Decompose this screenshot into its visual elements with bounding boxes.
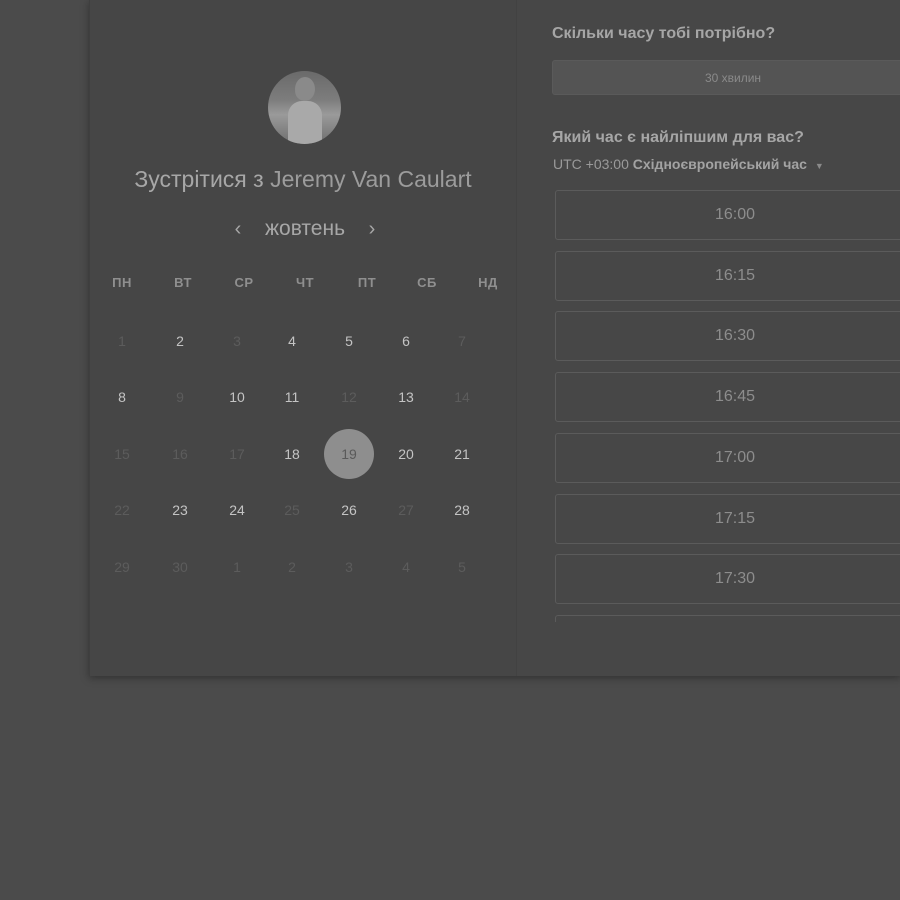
time-slot-button[interactable]: 16:30 — [555, 311, 900, 362]
calendar-day: 25 — [284, 502, 300, 518]
time-slot-button[interactable]: 16:45 — [555, 372, 900, 423]
calendar-day: 14 — [454, 389, 470, 405]
calendar-day: 3 — [345, 559, 353, 575]
calendar-day: 12 — [341, 389, 357, 405]
calendar-day[interactable]: 2 — [156, 317, 204, 365]
time-slot-list[interactable]: 16:00 16:15 16:30 16:45 17:00 17:15 17:30 — [555, 190, 900, 622]
time-slot-button[interactable] — [555, 614, 900, 622]
time-slot-button[interactable]: 17:30 — [555, 554, 900, 605]
calendar-day: 4 — [402, 559, 410, 575]
calendar-day[interactable]: 4 — [268, 317, 316, 365]
calendar-day: 1 — [118, 333, 126, 349]
calendar-day: 1 — [233, 559, 241, 575]
calendar-day: 22 — [114, 502, 130, 518]
time-question: Який час є найліпшим для вас? — [552, 129, 804, 146]
calendar-day: 2 — [288, 559, 296, 575]
calendar-day[interactable]: 13 — [382, 373, 430, 421]
time-slot-button[interactable]: 17:15 — [555, 493, 900, 544]
time-slot-button[interactable]: 16:00 — [555, 190, 900, 240]
timezone-name: Східноєвропейський час — [632, 156, 807, 172]
calendar-grid: 1 2 3 4 5 6 7 8 9 10 11 12 13 14 15 16 17 18 19 20 21 22 23 24 2… — [90, 0, 516, 620]
calendar-day: 7 — [458, 333, 466, 349]
calendar-day: 15 — [114, 446, 130, 462]
calendar-day: 3 — [233, 333, 241, 349]
booking-pane: Скільки часу тобі потрібно? 30 хвилин Як… — [517, 0, 900, 676]
time-slot-button[interactable]: 17:00 — [555, 432, 900, 483]
calendar-day[interactable]: 8 — [98, 373, 146, 421]
duration-value: 30 хвилин — [704, 70, 762, 85]
calendar-day[interactable]: 11 — [268, 373, 316, 421]
calendar-day: 17 — [229, 446, 245, 462]
calendar-day: 16 — [172, 446, 188, 462]
calendar-day[interactable]: 26 — [325, 486, 373, 534]
calendar-day: 27 — [398, 502, 414, 518]
calendar-day[interactable]: 6 — [382, 317, 430, 365]
caret-down-icon: ▼ — [814, 161, 824, 171]
duration-button[interactable]: 30 хвилин — [552, 60, 900, 95]
calendar-day: 5 — [458, 559, 466, 575]
calendar-pane: Зустрітися з Jeremy Van Caulart ‹ жовтен… — [90, 0, 517, 676]
duration-question: Скільки часу тобі потрібно? — [552, 25, 776, 42]
calendar-day: 29 — [114, 559, 130, 575]
calendar-day[interactable]: 18 — [268, 430, 316, 478]
calendar-day[interactable]: 20 — [382, 430, 430, 478]
calendar-day[interactable]: 10 — [213, 373, 261, 421]
calendar-day[interactable]: 24 — [213, 486, 261, 534]
timezone-offset: UTC +03:00 — [553, 156, 629, 172]
calendar-day[interactable]: 28 — [438, 486, 486, 534]
calendar-day[interactable]: 21 — [438, 430, 486, 478]
calendar-day: 30 — [172, 559, 188, 575]
calendar-day[interactable]: 5 — [325, 317, 373, 365]
time-slot-button[interactable]: 16:15 — [555, 250, 900, 301]
scheduler-card: Зустрітися з Jeremy Van Caulart ‹ жовтен… — [89, 0, 900, 676]
calendar-day-selected[interactable]: 19 — [324, 429, 374, 479]
calendar-day: 9 — [176, 389, 184, 405]
timezone-selector[interactable]: UTC +03:00 Східноєвропейський час ▼ — [553, 156, 824, 172]
calendar-day[interactable]: 23 — [156, 486, 204, 534]
